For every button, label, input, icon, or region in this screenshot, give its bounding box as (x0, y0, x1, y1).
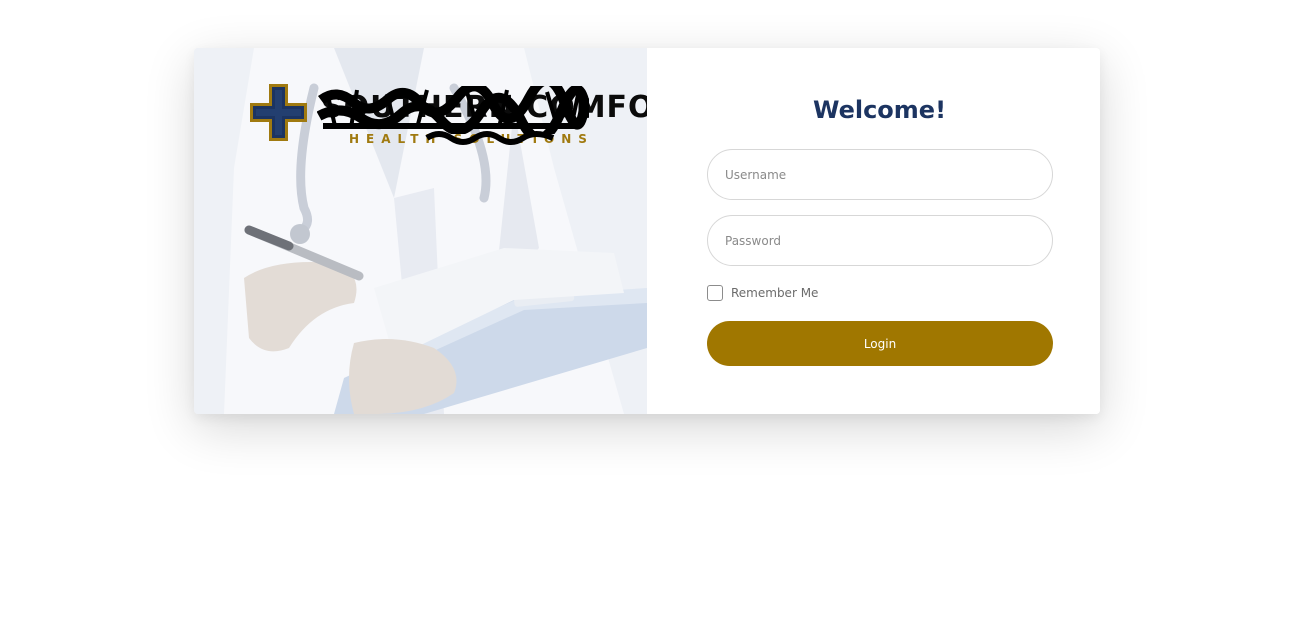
brand-panel: SOUTHERN COMFORT HEALTH SOLUTIONS (194, 48, 647, 414)
company-logo: SOUTHERN COMFORT HEALTH SOLUTIONS (250, 84, 647, 148)
login-card: SOUTHERN COMFORT HEALTH SOLUTIONS Welcom… (194, 48, 1100, 414)
medical-cross-icon (250, 84, 307, 141)
username-input[interactable] (707, 149, 1053, 200)
remember-me-checkbox[interactable] (707, 285, 723, 301)
password-input[interactable] (707, 215, 1053, 266)
welcome-heading: Welcome! (812, 96, 947, 124)
redaction-scribble (317, 86, 589, 134)
logo-wordmark: SOUTHERN COMFORT HEALTH SOLUTIONS (317, 86, 647, 148)
login-panel: Welcome! Remember Me Login (647, 48, 1100, 414)
tagline-redaction (425, 131, 555, 145)
login-button[interactable]: Login (707, 321, 1053, 366)
remember-me-label: Remember Me (731, 286, 819, 300)
remember-me-option[interactable]: Remember Me (707, 285, 818, 301)
